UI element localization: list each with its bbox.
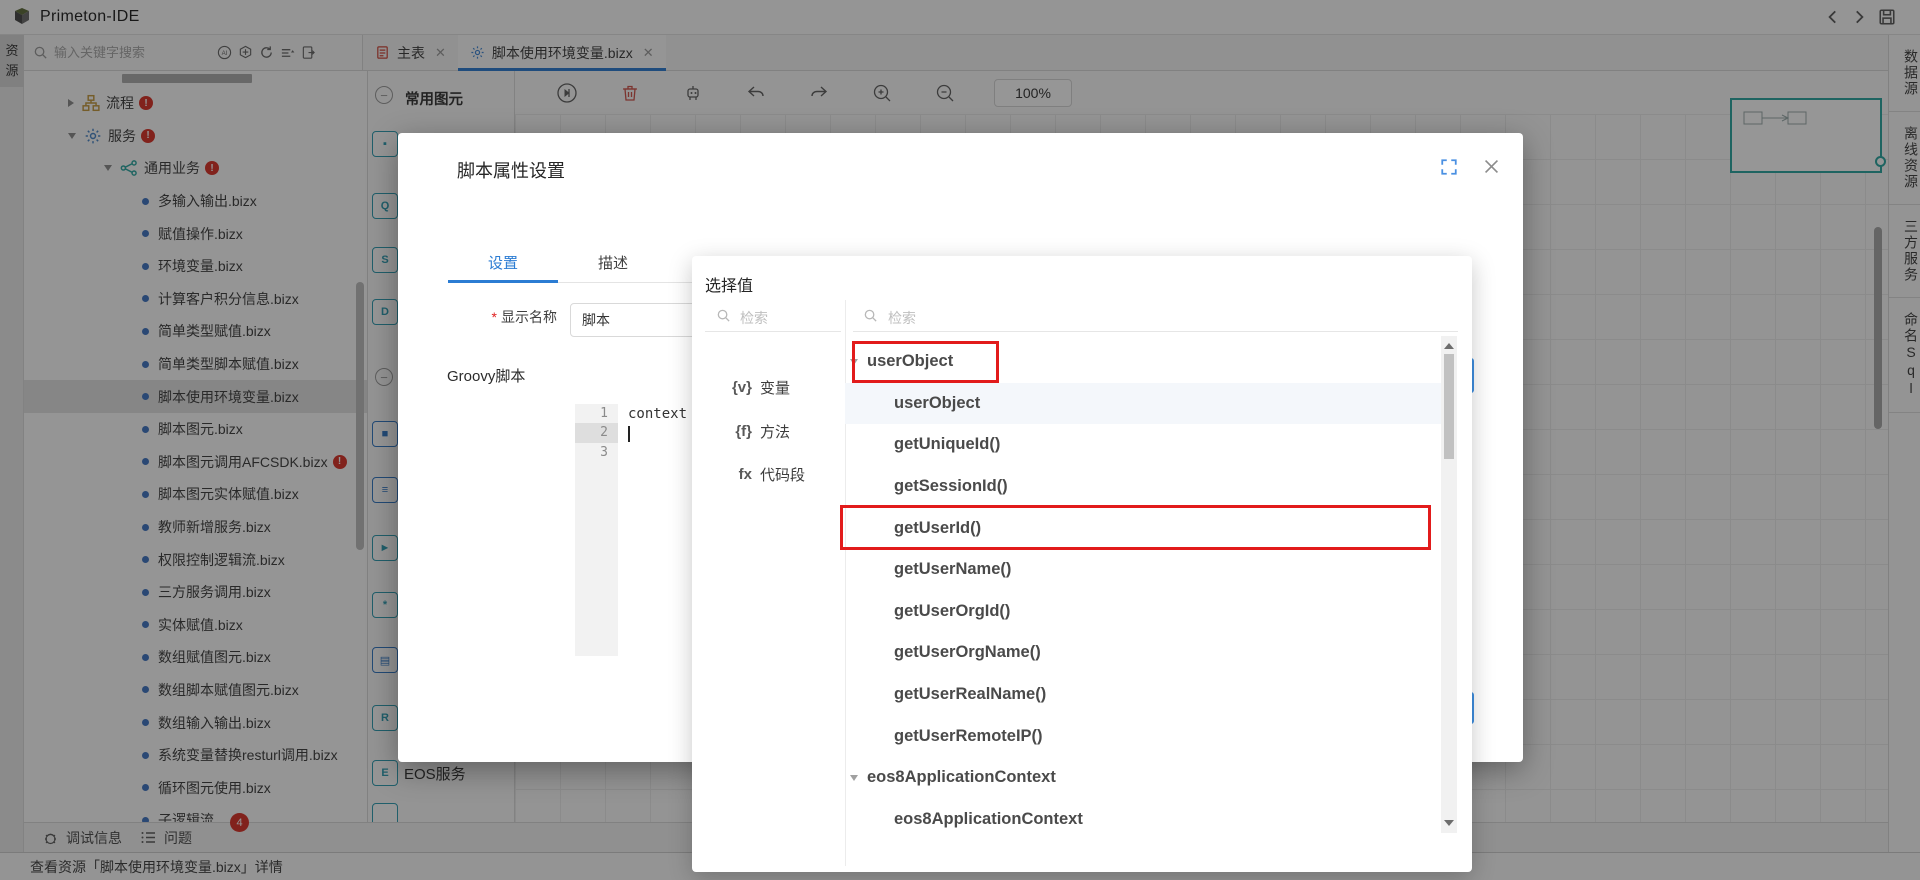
- search-underline: [853, 331, 1458, 332]
- search-icon: [863, 308, 878, 323]
- fullscreen-icon[interactable]: [1440, 158, 1458, 176]
- value-list: userObject userObject getUniqueId() getSess…: [845, 341, 1443, 840]
- list-scrollbar[interactable]: [1441, 336, 1457, 833]
- display-name-input[interactable]: [570, 303, 710, 337]
- picker-item-label: getUniqueId(): [894, 435, 1000, 454]
- tab-description[interactable]: 描述: [558, 243, 668, 281]
- picker-item[interactable]: getUniqueId(): [845, 424, 1443, 466]
- search-underline: [705, 331, 841, 332]
- item-search-input[interactable]: 检索: [888, 308, 916, 328]
- chevron-down-icon[interactable]: [850, 775, 858, 781]
- text-cursor: [628, 426, 630, 442]
- scroll-down-icon[interactable]: [1444, 820, 1454, 826]
- picker-item[interactable]: getUserName(): [845, 549, 1443, 591]
- category-list: {v} 变量 {f} 方法 fx 代码段: [692, 366, 845, 497]
- line-number: 3: [575, 443, 618, 462]
- picker-item-label: getSessionId(): [894, 477, 1008, 496]
- picker-item[interactable]: getSessionId(): [845, 466, 1443, 508]
- picker-title: 选择值: [705, 272, 753, 296]
- picker-item-label: getUserRemoteIP(): [894, 727, 1043, 746]
- close-icon[interactable]: [1482, 157, 1501, 176]
- picker-item[interactable]: getUserOrgId(): [845, 591, 1443, 633]
- value-picker-popup: 选择值 检索 检索 {v}变量{f}方法fx代码段 userObjectuser…: [692, 256, 1472, 872]
- picker-item[interactable]: getUserOrgName(): [845, 632, 1443, 674]
- picker-item[interactable]: eos8ApplicationContext: [845, 757, 1443, 799]
- picker-item[interactable]: userObject: [845, 341, 1443, 383]
- picker-item-label: getUserId(): [894, 519, 981, 538]
- line-number: 1: [575, 404, 618, 423]
- code-line-gutter: 1 2 3: [575, 404, 618, 656]
- dialog-title: 脚本属性设置: [457, 157, 565, 183]
- category-prefix: fx: [692, 466, 752, 483]
- picker-item[interactable]: userObject: [845, 383, 1443, 425]
- category-label: 变量: [760, 377, 790, 398]
- category-search-input[interactable]: 检索: [740, 308, 768, 328]
- picker-item[interactable]: getUserId(): [845, 507, 1443, 549]
- picker-item[interactable]: eos8ApplicationContext: [845, 799, 1443, 841]
- code-line[interactable]: context: [628, 405, 687, 424]
- category-prefix: {v}: [692, 379, 752, 396]
- picker-item-label: eos8ApplicationContext: [867, 768, 1056, 787]
- search-icon: [716, 308, 731, 323]
- picker-item-label: getUserName(): [894, 560, 1011, 579]
- picker-item-label: getUserOrgId(): [894, 602, 1010, 621]
- category-label: 代码段: [760, 464, 805, 485]
- category-prefix: {f}: [692, 423, 752, 440]
- picker-category-1[interactable]: {f} 方法: [692, 410, 845, 454]
- picker-item[interactable]: getUserRealName(): [845, 674, 1443, 716]
- groovy-script-label: Groovy脚本: [447, 365, 525, 386]
- display-name-label: *显示名称: [398, 307, 557, 327]
- scrollbar-thumb[interactable]: [1444, 354, 1454, 459]
- picker-category-0[interactable]: {v} 变量: [692, 366, 845, 410]
- required-mark: *: [492, 309, 497, 325]
- picker-item[interactable]: getUserRemoteIP(): [845, 715, 1443, 757]
- picker-item-label: eos8ApplicationContext: [894, 810, 1083, 829]
- scroll-up-icon[interactable]: [1444, 343, 1454, 349]
- picker-item-label: userObject: [867, 352, 953, 371]
- line-number-current: 2: [575, 423, 618, 442]
- picker-item-label: getUserOrgName(): [894, 643, 1041, 662]
- picker-item-label: userObject: [894, 394, 980, 413]
- category-label: 方法: [760, 421, 790, 442]
- active-tab-underline: [448, 280, 558, 283]
- picker-item-label: getUserRealName(): [894, 685, 1046, 704]
- app-window: Primeton-IDE 资源 AI 主表✕脚本使用环境变量.bizx✕ 流程!…: [0, 0, 1920, 880]
- chevron-down-icon[interactable]: [850, 359, 858, 365]
- picker-category-2[interactable]: fx 代码段: [692, 453, 845, 497]
- tab-settings[interactable]: 设置: [448, 243, 558, 281]
